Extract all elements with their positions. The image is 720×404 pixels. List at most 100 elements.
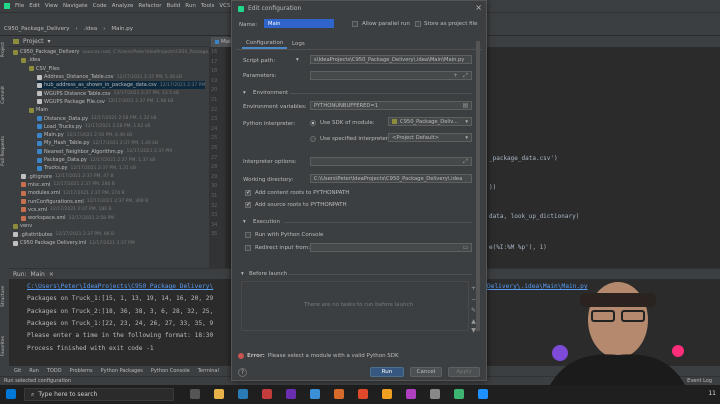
tree-item[interactable]: Load_Trucks.py 12/17/2021 2:58 PM, 1.62 k… bbox=[37, 123, 151, 131]
tree-item[interactable]: vcs.xml 12/17/2021 2:37 PM, 180 B bbox=[21, 206, 112, 214]
bottom-tool-tab[interactable]: Problems bbox=[70, 368, 93, 374]
chevron-down-icon[interactable]: ▾ bbox=[243, 90, 246, 96]
bottom-tool-tab[interactable]: Python Packages bbox=[101, 368, 143, 374]
tree-item[interactable]: Distance_Data.py 12/17/2021 2:58 PM, 1.32… bbox=[37, 114, 157, 122]
tab-configuration[interactable]: Configuration bbox=[242, 38, 288, 49]
tree-item[interactable]: C950 Package Delivery.iml 12/17/2021 2:37… bbox=[13, 239, 135, 247]
tab-logs[interactable]: Logs bbox=[288, 38, 309, 49]
redirect-input-field[interactable] bbox=[310, 243, 472, 252]
tree-item[interactable]: Main bbox=[29, 106, 48, 114]
tree-item[interactable]: modules.xml 12/17/2021 2:37 PM, 274 B bbox=[21, 189, 125, 197]
tree-item[interactable]: CSV_Files bbox=[29, 65, 60, 73]
menu-item[interactable]: File bbox=[15, 3, 24, 9]
browse-icon[interactable]: ▤ bbox=[462, 102, 469, 109]
tree-item[interactable]: .idea bbox=[21, 56, 40, 64]
code-snippet[interactable]: data, look_up_dictionary) bbox=[489, 213, 579, 220]
app-icon[interactable] bbox=[310, 389, 320, 399]
app-icon[interactable] bbox=[358, 389, 368, 399]
visual-studio-icon[interactable] bbox=[286, 389, 296, 399]
name-input[interactable]: Main bbox=[264, 19, 334, 28]
tree-item[interactable]: .gitattributes 12/17/2021 2:37 PM, 66 B bbox=[13, 231, 114, 239]
tree-item[interactable]: Package_Data.py 12/17/2021 2:37 PM, 1.37 … bbox=[37, 156, 155, 164]
tree-item[interactable]: Trucks.py 12/17/2021 2:37 PM, 1.31 kB bbox=[37, 164, 136, 172]
windows-start-icon[interactable] bbox=[6, 389, 16, 399]
project-tool-tab[interactable]: Project bbox=[1, 42, 6, 57]
console-path-link[interactable]: C:\Users\Peter\IdeaProjects\C950_Package… bbox=[27, 283, 213, 290]
menu-item[interactable]: Navigate bbox=[63, 3, 88, 9]
bottom-tool-tab[interactable]: Python Console bbox=[151, 368, 190, 374]
app-icon[interactable] bbox=[478, 389, 488, 399]
expand-icon[interactable]: ⤢ bbox=[462, 72, 469, 79]
code-snippet[interactable]: _package_data.csv') bbox=[489, 155, 558, 162]
structure-tool-tab[interactable]: Structure bbox=[1, 286, 6, 307]
code-snippet[interactable]: )) bbox=[489, 184, 496, 191]
code-snippet[interactable]: e(%I:%M %p'), 1) bbox=[489, 244, 547, 251]
help-button[interactable]: ? bbox=[238, 368, 247, 377]
chevron-down-icon[interactable]: ▾ bbox=[241, 271, 244, 277]
tree-item[interactable]: WGUPS Distance Table.csv 12/17/2021 2:37 … bbox=[37, 90, 179, 98]
env-vars-input[interactable]: PYTHONUNBUFFERED=1 bbox=[310, 101, 472, 110]
plus-icon[interactable]: + bbox=[452, 72, 459, 79]
menu-item[interactable]: Refactor bbox=[138, 3, 161, 9]
app-icon[interactable] bbox=[262, 389, 272, 399]
tree-item[interactable]: misc.xml 12/17/2021 2:37 PM, 280 B bbox=[21, 181, 115, 189]
chevron-down-icon[interactable]: ▾ bbox=[296, 57, 299, 63]
tree-item[interactable]: .gitignore 12/17/2021 2:37 PM, 47 B bbox=[21, 173, 114, 181]
bottom-tool-tab[interactable]: Git bbox=[14, 368, 21, 374]
bottom-tool-tab[interactable]: Terminal bbox=[198, 368, 219, 374]
project-panel-title[interactable]: Project bbox=[23, 38, 44, 45]
expand-icon[interactable]: ⤢ bbox=[462, 158, 469, 165]
working-dir-input[interactable]: C:\Users\Peter\IdeaProjects\C950_Package… bbox=[310, 174, 472, 183]
before-launch-list[interactable]: There are no tasks to run before launch bbox=[241, 281, 469, 331]
app-icon[interactable] bbox=[406, 389, 416, 399]
script-path-input[interactable]: s\IdeaProjects\C950_Package_Delivery\.id… bbox=[310, 55, 472, 64]
add-content-roots-checkbox[interactable] bbox=[245, 189, 251, 196]
chevron-down-icon[interactable]: ▾ bbox=[243, 219, 246, 225]
run-tab[interactable]: Main bbox=[31, 271, 45, 278]
redirect-input-checkbox[interactable] bbox=[245, 245, 251, 251]
chevron-down-icon[interactable]: ▾ bbox=[48, 38, 51, 45]
nav-idea[interactable]: .idea bbox=[84, 26, 98, 32]
interp-options-input[interactable] bbox=[310, 157, 472, 166]
tree-item[interactable]: workspace.xml 12/17/2021 2:58 PM bbox=[21, 214, 114, 222]
app-icon[interactable] bbox=[454, 389, 464, 399]
tree-item[interactable]: C950_Package_Delivery sources root, C:\Us… bbox=[13, 48, 229, 56]
menu-item[interactable]: Analyze bbox=[112, 3, 134, 9]
nav-project[interactable]: C950_Package_Delivery bbox=[4, 26, 69, 32]
sdk-module-select[interactable]: C950_Package_Deliv... ▾ bbox=[388, 117, 472, 126]
add-source-roots-checkbox[interactable] bbox=[245, 201, 251, 208]
menu-item[interactable]: Tools bbox=[201, 3, 215, 9]
app-icon[interactable] bbox=[382, 389, 392, 399]
tree-item[interactable]: runConfigurations.xml 12/17/2021 2:37 PM,… bbox=[21, 197, 148, 205]
tree-item[interactable]: hub_address_as_shown_in_package_data.csv… bbox=[37, 81, 206, 90]
tree-item[interactable]: Nearest_Neighbor_Algorithm.py 12/17/2021 … bbox=[37, 148, 172, 156]
menu-item[interactable]: Code bbox=[93, 3, 107, 9]
favorites-tool-tab[interactable]: Favorites bbox=[1, 336, 6, 356]
apply-button[interactable]: Apply bbox=[448, 367, 480, 377]
event-log-link[interactable]: Event Log bbox=[687, 378, 712, 384]
run-with-console-checkbox[interactable] bbox=[245, 232, 251, 238]
dialog-scrollbar[interactable] bbox=[476, 41, 480, 331]
cancel-button[interactable]: Cancel bbox=[410, 367, 442, 377]
use-specified-radio[interactable] bbox=[310, 136, 316, 142]
nav-file[interactable]: Main.py bbox=[111, 26, 133, 32]
parameters-input[interactable] bbox=[310, 71, 472, 80]
menu-item[interactable]: Run bbox=[185, 3, 196, 9]
tree-item[interactable]: Address_Distance_Table.csv 12/17/2021 2:3… bbox=[37, 73, 182, 81]
bottom-tool-tab[interactable]: Run bbox=[29, 368, 39, 374]
tree-item[interactable]: venv bbox=[13, 222, 32, 230]
tree-item[interactable]: WGUPS Package File.csv 12/17/2021 2:37 PM… bbox=[37, 98, 173, 106]
allow-parallel-checkbox[interactable] bbox=[352, 21, 358, 27]
folder-icon[interactable]: ▭ bbox=[462, 244, 469, 251]
use-sdk-radio[interactable] bbox=[310, 120, 316, 126]
store-as-project-checkbox[interactable] bbox=[415, 21, 421, 27]
commit-tool-tab[interactable]: Commit bbox=[1, 86, 6, 104]
tree-item[interactable]: Main.py 12/17/2021 2:58 PM, 4.46 kB bbox=[37, 131, 132, 139]
task-view-icon[interactable] bbox=[190, 389, 200, 399]
menu-item[interactable]: VCS bbox=[219, 3, 230, 9]
app-icon[interactable] bbox=[430, 389, 440, 399]
menu-item[interactable]: Build bbox=[166, 3, 180, 9]
specified-interpreter-select[interactable]: <Project Default> ▾ bbox=[388, 133, 472, 142]
menu-item[interactable]: View bbox=[45, 3, 58, 9]
app-icon[interactable] bbox=[238, 389, 248, 399]
